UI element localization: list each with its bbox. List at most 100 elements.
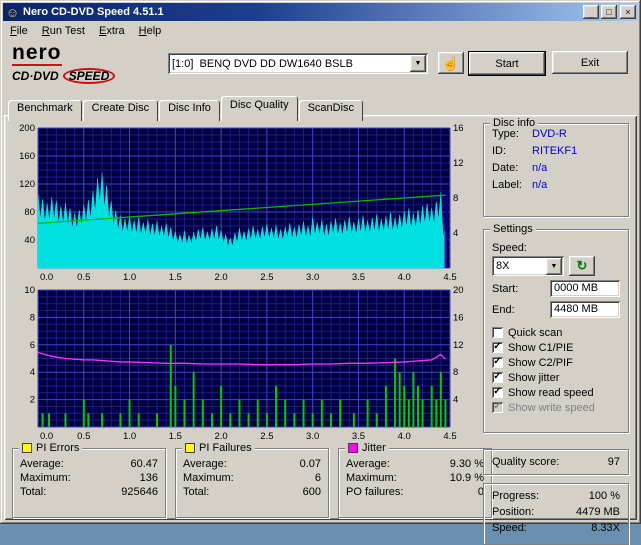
- checkbox-icon: ✓: [492, 387, 503, 398]
- svg-text:2.5: 2.5: [260, 431, 273, 442]
- svg-text:12: 12: [453, 340, 464, 351]
- maximize-button[interactable]: □: [601, 5, 617, 19]
- svg-text:200: 200: [19, 123, 35, 134]
- svg-text:8: 8: [453, 193, 458, 204]
- exit-button[interactable]: Exit: [552, 51, 628, 74]
- svg-text:4.0: 4.0: [398, 431, 411, 442]
- right-column: Disc info Type:DVD-R ID:RITEKF1 Date:n/a…: [483, 121, 629, 545]
- start-position-label: Start:: [492, 283, 518, 295]
- svg-text:0.0: 0.0: [40, 272, 53, 283]
- tab-create-disc[interactable]: Create Disc: [83, 100, 158, 121]
- checkbox-icon: ✓: [492, 357, 503, 368]
- disc-info-box: Disc info Type:DVD-R ID:RITEKF1 Date:n/a…: [483, 123, 629, 217]
- progress-row: Progress:100 %: [484, 488, 628, 504]
- refresh-button[interactable]: ↻: [569, 256, 595, 276]
- menu-file[interactable]: File: [3, 23, 35, 39]
- svg-text:4.0: 4.0: [398, 272, 411, 283]
- speed-label: Speed:: [484, 240, 628, 254]
- tab-scandisc[interactable]: ScanDisc: [299, 100, 363, 121]
- pi-failures-swatch: [185, 443, 195, 453]
- close-button[interactable]: ×: [620, 5, 636, 19]
- disc-info-title: Disc info: [490, 117, 538, 129]
- svg-text:1.0: 1.0: [123, 272, 136, 283]
- checkbox-show-c2-pif[interactable]: ✓Show C2/PIF: [484, 354, 628, 369]
- svg-text:12: 12: [453, 158, 464, 169]
- checkbox-show-jitter[interactable]: ✓Show jitter: [484, 369, 628, 384]
- checkbox-icon: ✓: [492, 402, 503, 413]
- drive-select-arrow[interactable]: ▼: [410, 55, 426, 72]
- stat-row: Total:600: [176, 485, 328, 499]
- tab-disc-quality[interactable]: Disc Quality: [221, 96, 298, 121]
- stat-row: Average:60.47: [13, 457, 165, 471]
- menu-help[interactable]: Help: [132, 23, 169, 39]
- svg-text:3.0: 3.0: [306, 431, 319, 442]
- quality-score-box: Quality score: 97: [483, 449, 629, 475]
- stat-row: Maximum:136: [13, 471, 165, 485]
- checkbox-quick-scan[interactable]: Quick scan: [484, 324, 628, 339]
- statistics-row: PI Errors Average:60.47 Maximum:136 Tota…: [12, 448, 492, 518]
- logo-speed-text: SPEED: [63, 68, 116, 84]
- svg-text:2.0: 2.0: [215, 272, 228, 283]
- start-button[interactable]: Start: [468, 51, 546, 76]
- stat-panel-pi-failures: PI Failures Average:0.07 Maximum:6 Total…: [175, 448, 329, 518]
- disc-date-row: Date:n/a: [484, 158, 628, 175]
- stat-panel-jitter: Jitter Average:9.30 % Maximum:10.9 % PO …: [338, 448, 492, 518]
- jitter-title: Jitter: [362, 442, 386, 454]
- app-icon: ☺: [5, 5, 20, 20]
- svg-text:1.0: 1.0: [123, 431, 136, 442]
- chevron-down-icon: ▼: [415, 60, 422, 67]
- menu-run-test[interactable]: Run Test: [35, 23, 92, 39]
- svg-text:3.5: 3.5: [352, 272, 365, 283]
- svg-text:80: 80: [24, 207, 35, 218]
- checkbox-show-c1-pie[interactable]: ✓Show C1/PIE: [484, 339, 628, 354]
- speed-select[interactable]: 8X ▼: [492, 256, 564, 276]
- svg-text:6: 6: [30, 340, 35, 351]
- svg-text:2.5: 2.5: [260, 272, 273, 283]
- svg-text:120: 120: [19, 179, 35, 190]
- menu-extra[interactable]: Extra: [92, 23, 132, 39]
- end-position-label: End:: [492, 304, 515, 316]
- chevron-down-icon: ▼: [551, 263, 558, 270]
- drive-select[interactable]: [1:0] BENQ DVD DD DW1640 BSLB ▼: [168, 53, 428, 74]
- speed-select-arrow[interactable]: ▼: [546, 258, 562, 275]
- minimize-button[interactable]: _: [583, 5, 599, 19]
- checkbox-icon: [492, 327, 503, 338]
- checkbox-show-read-speed[interactable]: ✓Show read speed: [484, 384, 628, 399]
- svg-text:4: 4: [453, 228, 458, 239]
- svg-text:3.0: 3.0: [306, 272, 319, 283]
- svg-text:3.5: 3.5: [352, 431, 365, 442]
- checkbox-icon: ✓: [492, 342, 503, 353]
- speed-row: Speed:8.33X: [484, 520, 628, 536]
- svg-text:4: 4: [453, 395, 458, 406]
- pi-errors-title: PI Errors: [36, 442, 79, 454]
- logo-cddvd-text: CD·DVD: [12, 70, 59, 82]
- pi-errors-chart: 20016012080401612840.00.51.01.52.02.53.0…: [10, 123, 480, 283]
- start-position-input[interactable]: 0000 MB: [550, 280, 620, 297]
- svg-text:16: 16: [453, 123, 464, 134]
- svg-text:4: 4: [30, 367, 35, 378]
- nero-logo-text: nero: [12, 42, 62, 66]
- svg-text:4.5: 4.5: [443, 272, 456, 283]
- tab-disc-info[interactable]: Disc Info: [159, 100, 220, 121]
- svg-text:8: 8: [453, 367, 458, 378]
- quality-score-label: Quality score:: [492, 456, 559, 468]
- svg-text:8: 8: [30, 312, 35, 323]
- disc-id-row: ID:RITEKF1: [484, 141, 628, 158]
- drive-select-value: [1:0] BENQ DVD DD DW1640 BSLB: [168, 58, 410, 70]
- stat-row: PO failures:0: [339, 485, 491, 499]
- svg-text:0.0: 0.0: [40, 431, 53, 442]
- end-position-input[interactable]: 4480 MB: [550, 301, 620, 318]
- settings-title: Settings: [490, 223, 536, 235]
- stat-row: Maximum:6: [176, 471, 328, 485]
- titlebar: ☺ Nero CD-DVD Speed 4.51.1 _ □ ×: [3, 3, 638, 21]
- tab-strip: Benchmark Create Disc Disc Info Disc Qua…: [8, 96, 364, 121]
- stat-row: Total:925646: [13, 485, 165, 499]
- eject-button[interactable]: ☝: [438, 52, 464, 74]
- svg-text:0.5: 0.5: [77, 431, 90, 442]
- svg-text:0.5: 0.5: [77, 272, 90, 283]
- tab-benchmark[interactable]: Benchmark: [8, 100, 82, 121]
- pi-failures-title: PI Failures: [199, 442, 252, 454]
- position-row: Position:4479 MB: [484, 504, 628, 520]
- disc-label-row: Label:n/a: [484, 175, 628, 192]
- svg-text:16: 16: [453, 312, 464, 323]
